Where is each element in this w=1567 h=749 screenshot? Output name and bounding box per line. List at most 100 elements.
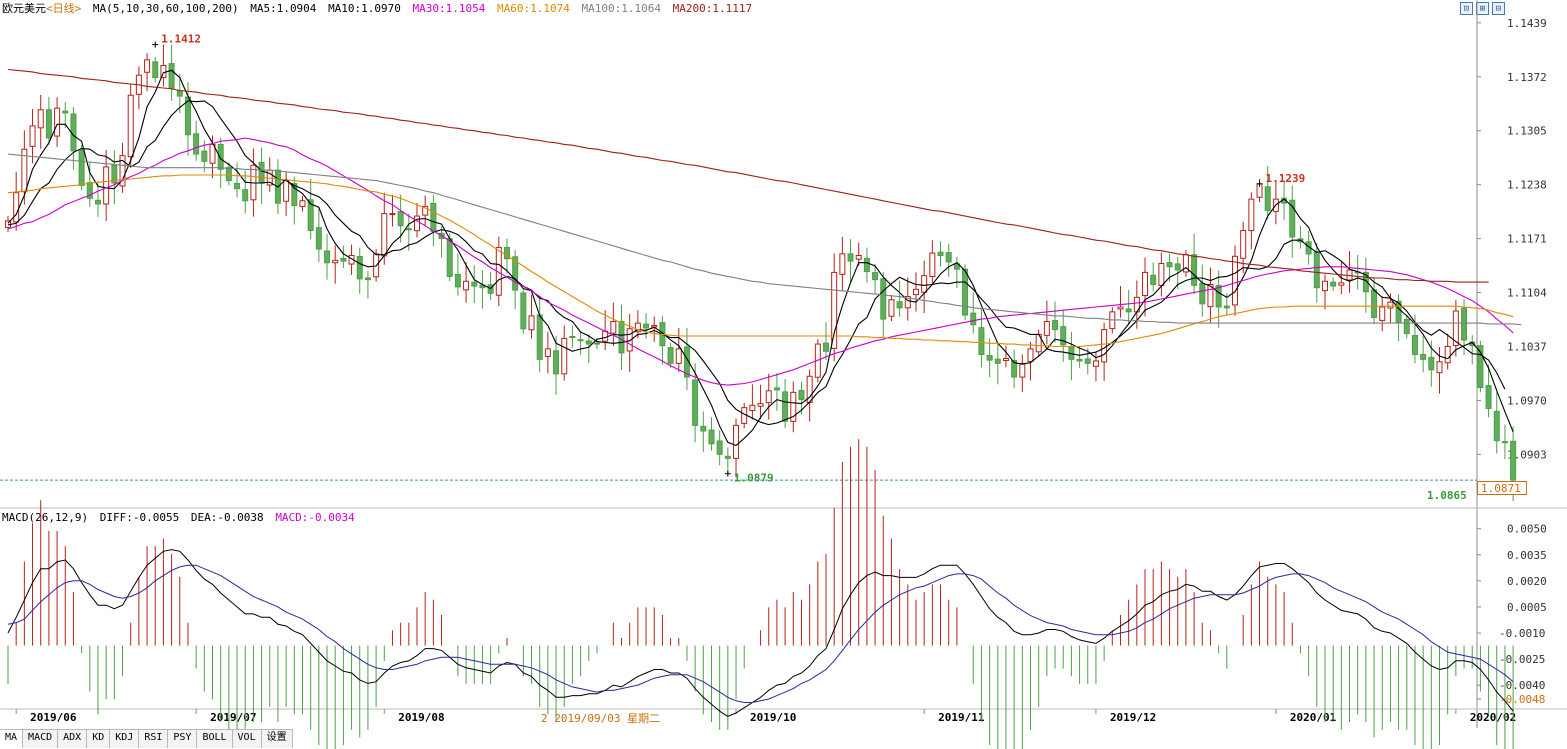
ma-line-ma10 bbox=[7, 100, 1506, 426]
candle bbox=[45, 109, 52, 139]
candle bbox=[1215, 284, 1222, 308]
candle bbox=[1387, 301, 1394, 309]
candle bbox=[1264, 186, 1271, 211]
candle bbox=[872, 272, 879, 281]
candle bbox=[454, 274, 461, 288]
macd-tick-label: 0.0020 bbox=[1507, 575, 1547, 588]
candle bbox=[692, 379, 699, 426]
candle bbox=[242, 189, 249, 202]
candle bbox=[1117, 306, 1124, 310]
candle bbox=[733, 424, 740, 459]
candle bbox=[1101, 329, 1108, 363]
candle bbox=[765, 390, 772, 404]
candle bbox=[1371, 289, 1378, 318]
crosshair-date: 2 2019/09/03 星期二 bbox=[541, 712, 661, 725]
chart-canvas[interactable]: 1.1439 1.1372 1.1305 1.1238 1.1171 1.1104 1.10… bbox=[0, 0, 1567, 749]
candle bbox=[937, 251, 944, 256]
candle bbox=[520, 292, 527, 330]
candle bbox=[1060, 326, 1067, 346]
candle bbox=[463, 280, 470, 291]
tab-adx[interactable]: ADX bbox=[58, 730, 88, 748]
time-tick-label: 2019/11 bbox=[938, 711, 985, 724]
candle bbox=[471, 281, 478, 287]
candle bbox=[667, 347, 674, 364]
macd-tick-label: 0.0035 bbox=[1507, 549, 1547, 562]
tab-kd[interactable]: KD bbox=[87, 730, 111, 748]
candle bbox=[127, 94, 134, 158]
candle bbox=[62, 110, 69, 114]
candle bbox=[1403, 318, 1410, 335]
candle bbox=[103, 166, 110, 205]
time-tick-label: 2019/10 bbox=[750, 711, 796, 724]
candle bbox=[1125, 308, 1132, 313]
candle bbox=[1436, 361, 1443, 374]
candle bbox=[1501, 441, 1508, 444]
time-tick-label: 2020/01 bbox=[1290, 711, 1337, 724]
candle bbox=[234, 183, 241, 190]
candle bbox=[414, 215, 420, 232]
macd-tick-label: -0.0040 bbox=[1499, 679, 1545, 692]
candle bbox=[1493, 410, 1500, 442]
candle bbox=[716, 440, 723, 455]
candle bbox=[1240, 230, 1247, 259]
candle bbox=[1142, 271, 1149, 296]
candle bbox=[283, 180, 290, 202]
candle bbox=[94, 199, 101, 205]
candle bbox=[569, 335, 576, 338]
time-tick-label: 2019/06 bbox=[30, 711, 77, 724]
candle bbox=[1428, 356, 1435, 371]
candle bbox=[962, 268, 969, 316]
candle bbox=[1191, 254, 1198, 286]
candle bbox=[945, 252, 952, 263]
candle bbox=[78, 149, 85, 186]
candle bbox=[144, 59, 151, 73]
candle bbox=[880, 278, 887, 320]
candle bbox=[724, 455, 731, 459]
candle bbox=[217, 143, 224, 170]
time-tick-label: 2020/02 bbox=[1470, 711, 1516, 724]
tab-psy[interactable]: PSY bbox=[168, 730, 198, 748]
time-tick-label: 2019/08 bbox=[398, 711, 444, 724]
macd-tick-label: 0.0050 bbox=[1507, 523, 1547, 536]
candle bbox=[593, 342, 600, 345]
macd-tick-label: -0.0025 bbox=[1499, 653, 1545, 666]
candle bbox=[54, 107, 61, 137]
price-tick-label: 1.1439 bbox=[1507, 17, 1547, 30]
candle bbox=[643, 323, 650, 329]
candle bbox=[1019, 362, 1026, 378]
price-tick-label: 1.1305 bbox=[1507, 125, 1547, 138]
candle bbox=[13, 192, 20, 223]
tab-rsi[interactable]: RSI bbox=[139, 730, 169, 748]
extreme-label: 1.0879 bbox=[734, 472, 774, 485]
candle bbox=[258, 161, 265, 184]
candle bbox=[929, 252, 936, 278]
candle bbox=[446, 238, 453, 277]
candle bbox=[1485, 385, 1492, 409]
candle bbox=[291, 183, 298, 207]
candle bbox=[176, 90, 183, 97]
tab-kdj[interactable]: KDJ bbox=[110, 730, 140, 748]
macd-tick-label: 0.0005 bbox=[1507, 601, 1547, 614]
candle bbox=[839, 253, 846, 275]
candle bbox=[1444, 345, 1451, 364]
candle bbox=[1166, 262, 1173, 268]
tab-vol[interactable]: VOL bbox=[232, 730, 262, 748]
candle bbox=[757, 403, 764, 407]
tab-ma[interactable]: MA bbox=[0, 730, 24, 748]
candle bbox=[1092, 360, 1099, 367]
candle bbox=[1330, 281, 1337, 287]
candle bbox=[700, 425, 707, 432]
candle bbox=[1411, 335, 1418, 356]
candle bbox=[29, 125, 36, 147]
candle bbox=[528, 315, 535, 331]
tab-macd[interactable]: MACD bbox=[23, 730, 59, 748]
candle bbox=[1084, 358, 1091, 364]
candle bbox=[356, 255, 363, 280]
price-tick-label: 1.1372 bbox=[1507, 71, 1547, 84]
candle bbox=[675, 348, 682, 364]
tab-settings[interactable]: 设置 bbox=[261, 730, 293, 748]
candle bbox=[749, 404, 756, 412]
candle bbox=[1150, 274, 1157, 285]
candle bbox=[315, 227, 322, 250]
tab-boll[interactable]: BOLL bbox=[197, 730, 233, 748]
